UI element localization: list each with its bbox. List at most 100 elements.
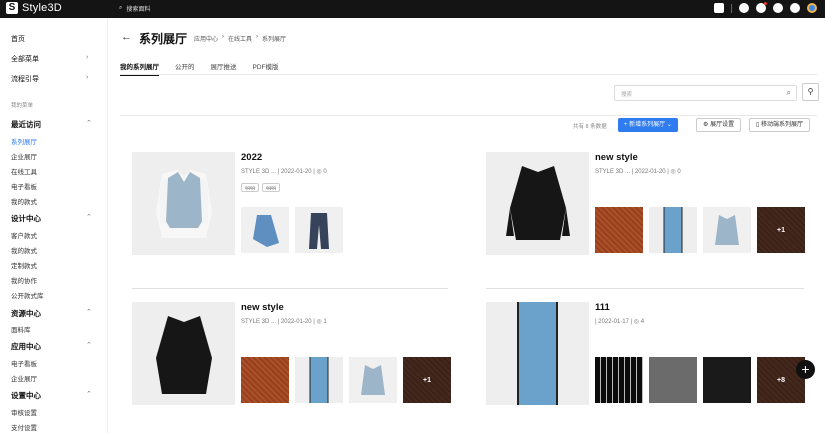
add-fab-button[interactable]: + — [796, 360, 815, 379]
search-placeholder: 搜索 — [621, 92, 633, 98]
thumbnail-list: +1 — [595, 207, 805, 253]
add-series-label: + 新增系列展厅 — [624, 122, 666, 128]
add-series-button[interactable]: + 新增系列展厅 ⌄ — [618, 118, 678, 132]
sidebar-item[interactable]: 我的协作 — [11, 275, 37, 285]
download-icon[interactable] — [773, 3, 783, 13]
thumbnail-fabric[interactable] — [295, 357, 343, 403]
brand-name: Style3D — [22, 2, 62, 14]
hall-settings-button[interactable]: ⚙ 展厅设置 — [696, 118, 742, 132]
mobile-series-label: 移动端系列展厅 — [760, 122, 803, 128]
card-title[interactable]: new style — [595, 152, 638, 163]
sidebar-item[interactable]: 我的款式 — [11, 196, 37, 206]
thumbnail-skirt[interactable] — [241, 207, 289, 253]
top-icon-group — [714, 2, 817, 13]
sidebar-item[interactable]: 客户款式 — [11, 230, 37, 240]
global-search-placeholder: 搜索面料 — [126, 7, 151, 13]
series-card[interactable]: new style STYLE 3D ... | 2022-01-20 | ◎ … — [132, 302, 451, 417]
mobile-series-button[interactable]: ▯ 移动端系列展厅 — [749, 118, 810, 132]
breadcrumb-item[interactable]: 在线工具 — [228, 34, 252, 43]
tag-list: qqqq qqqq — [241, 183, 281, 192]
card-meta: STYLE 3D ... | 2022-01-20 | ◎ 0 — [595, 169, 681, 175]
tag: qqqq — [241, 183, 260, 192]
thumbnail-fabric[interactable]: +1 — [757, 207, 805, 253]
thumbnail-fabric[interactable] — [649, 357, 697, 403]
chevron-up-icon: ⌃ — [86, 342, 92, 349]
thumbnail-fabric[interactable] — [703, 357, 751, 403]
chevron-up-icon: ⌃ — [86, 309, 92, 316]
settings-icon[interactable] — [739, 3, 749, 13]
sidebar-item[interactable]: 公开款式库 — [11, 290, 44, 300]
more-count[interactable]: +1 — [403, 357, 451, 403]
sidebar-item-home[interactable]: 首页 — [11, 34, 25, 44]
more-count[interactable]: +1 — [757, 207, 805, 253]
card-image — [486, 302, 589, 405]
skirt-image — [241, 207, 289, 253]
search-input[interactable]: 搜索 ⌕ — [614, 85, 797, 101]
sidebar-group-design[interactable]: 设计中心 — [11, 213, 41, 224]
divider — [120, 115, 817, 116]
avatar[interactable] — [807, 3, 817, 13]
thumbnail-fabric[interactable] — [595, 207, 643, 253]
chevron-up-icon: ⌃ — [86, 391, 92, 398]
sidebar-item[interactable]: 定制款式 — [11, 260, 37, 270]
thumbnail-vest[interactable] — [349, 357, 397, 403]
tag: qqqq — [262, 183, 281, 192]
sidebar-group-recent[interactable]: 最近访问 — [11, 119, 41, 130]
chat-icon[interactable] — [790, 3, 800, 13]
sidebar-item[interactable]: 面料库 — [11, 324, 31, 334]
search-icon[interactable]: ⌕ — [787, 88, 791, 98]
thumbnail-fabric[interactable] — [649, 207, 697, 253]
series-card[interactable]: 111 | 2022-01-17 | ◎ 4 +8 — [486, 302, 805, 417]
sidebar-item-series[interactable]: 系列展厅 — [11, 136, 37, 146]
record-count: 共有 8 条数据 — [573, 124, 607, 130]
breadcrumb: 应用中心 › 在线工具 › 系列展厅 — [194, 34, 286, 43]
series-card[interactable]: new style STYLE 3D ... | 2022-01-20 | ◎ … — [486, 152, 805, 267]
card-image — [132, 302, 235, 405]
chevron-up-icon: ⌃ — [86, 120, 92, 127]
card-meta: | 2022-01-17 | ◎ 4 — [595, 319, 645, 325]
search-icon: ⌕ — [119, 5, 123, 11]
breadcrumb-item[interactable]: 应用中心 — [194, 34, 218, 43]
brand-logo[interactable]: S Style3D — [6, 2, 62, 14]
thumbnail-fabric[interactable] — [241, 357, 289, 403]
gear-icon: ⚙ — [703, 122, 709, 128]
thumbnail-list — [241, 207, 343, 253]
sidebar-item-all-menu[interactable]: 全部菜单 — [11, 54, 39, 64]
thumbnail-jeans[interactable] — [295, 207, 343, 253]
thumbnail-fabric[interactable]: +1 — [403, 357, 451, 403]
notification-icon[interactable] — [756, 2, 767, 13]
logo-icon: S — [6, 2, 18, 14]
card-meta: STYLE 3D ... | 2022-01-20 | ◎ 0 — [241, 169, 327, 175]
sidebar-group-settings[interactable]: 设置中心 — [11, 390, 41, 401]
jeans-image — [295, 207, 343, 253]
card-title[interactable]: new style — [241, 302, 284, 313]
global-search[interactable]: ⌕ 搜索面料 — [119, 4, 150, 13]
series-card[interactable]: 2022 STYLE 3D ... | 2022-01-20 | ◎ 0 qqq… — [132, 152, 448, 267]
sidebar-item[interactable]: 企业展厅 — [11, 373, 37, 383]
jacket-image — [132, 302, 235, 405]
sidebar-group-resource[interactable]: 资源中心 — [11, 308, 41, 319]
sidebar-item[interactable]: 审核设置 — [11, 407, 37, 417]
card-title[interactable]: 111 — [595, 302, 610, 313]
chevron-down-icon: ⌄ — [666, 122, 672, 128]
sidebar-item[interactable]: 我的款式 — [11, 245, 37, 255]
window-icon[interactable] — [714, 3, 724, 13]
thumbnail-list: +8 — [595, 357, 805, 403]
back-arrow-icon[interactable]: ← — [121, 31, 132, 43]
sidebar-item[interactable]: 在线工具 — [11, 166, 37, 176]
sidebar-item[interactable]: 企业展厅 — [11, 151, 37, 161]
top-bar: S Style3D ⌕ 搜索面料 — [0, 0, 825, 18]
sidebar-item[interactable]: 支付设置 — [11, 422, 37, 432]
card-title[interactable]: 2022 — [241, 152, 262, 163]
divider — [120, 74, 817, 75]
sidebar-group-apps[interactable]: 应用中心 — [11, 341, 41, 352]
breadcrumb-separator: › — [256, 34, 259, 40]
sidebar-item[interactable]: 电子看板 — [11, 181, 37, 191]
main-content: ← 系列展厅 应用中心 › 在线工具 › 系列展厅 我的系列展厅 公开的 展厅推送 … — [108, 18, 825, 433]
thumbnail-list: +1 — [241, 357, 451, 403]
filter-button[interactable]: ⚲ — [802, 83, 819, 101]
sidebar-item[interactable]: 电子看板 — [11, 358, 37, 368]
sidebar-item-guide[interactable]: 流程引导 — [11, 74, 39, 84]
thumbnail-fabric[interactable] — [595, 357, 643, 403]
thumbnail-vest[interactable] — [703, 207, 751, 253]
